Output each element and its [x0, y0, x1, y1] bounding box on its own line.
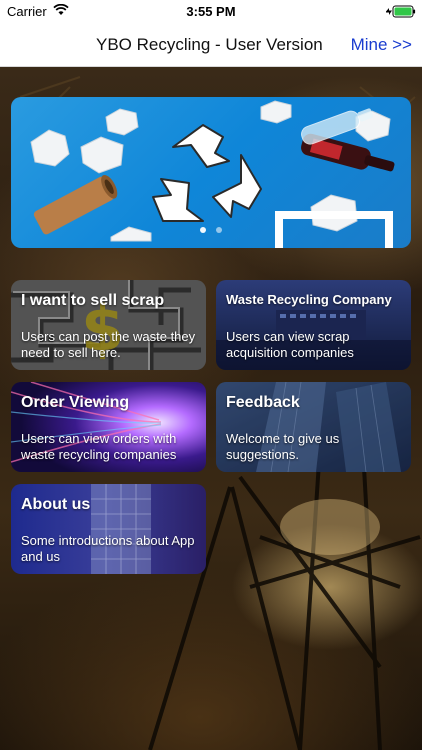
card-title: Waste Recycling Company: [226, 292, 392, 307]
sell-scrap-card[interactable]: $ I want to sell scrap Users can post th…: [11, 280, 206, 370]
card-description: Users can view scrap acquisition compani…: [226, 329, 354, 360]
feedback-card[interactable]: Feedback Welcome to give us suggestions.: [216, 382, 411, 472]
navigation-bar: YBO Recycling - User Version Mine >>: [0, 24, 422, 67]
card-title: About us: [21, 496, 91, 513]
card-title: Feedback: [226, 394, 300, 411]
clock: 3:55 PM: [186, 4, 236, 19]
about-us-card[interactable]: About us Some introductions about App an…: [11, 484, 206, 574]
order-viewing-card[interactable]: Order Viewing Users can view orders with…: [11, 382, 206, 472]
card-description: Welcome to give us suggestions.: [226, 431, 340, 462]
waste-recycling-company-card[interactable]: Waste Recycling Company Users can view s…: [216, 280, 411, 370]
page-title: YBO Recycling - User Version: [96, 35, 323, 54]
page-dot-2[interactable]: [216, 227, 222, 233]
page-dot-1[interactable]: [200, 227, 206, 233]
card-title: I want to sell scrap: [21, 292, 165, 309]
status-bar: Carrier 3:55 PM: [0, 0, 422, 24]
card-description: Users can post the waste they need to se…: [21, 329, 196, 360]
card-title: Order Viewing: [21, 394, 130, 411]
battery-icon: [384, 5, 416, 18]
card-description: Some introductions about App and us: [21, 533, 195, 564]
card-description: Users can view orders with waste recycli…: [21, 431, 177, 462]
page-indicator[interactable]: [11, 220, 411, 238]
mine-button[interactable]: Mine >>: [351, 35, 412, 55]
banner-carousel[interactable]: [11, 97, 411, 248]
